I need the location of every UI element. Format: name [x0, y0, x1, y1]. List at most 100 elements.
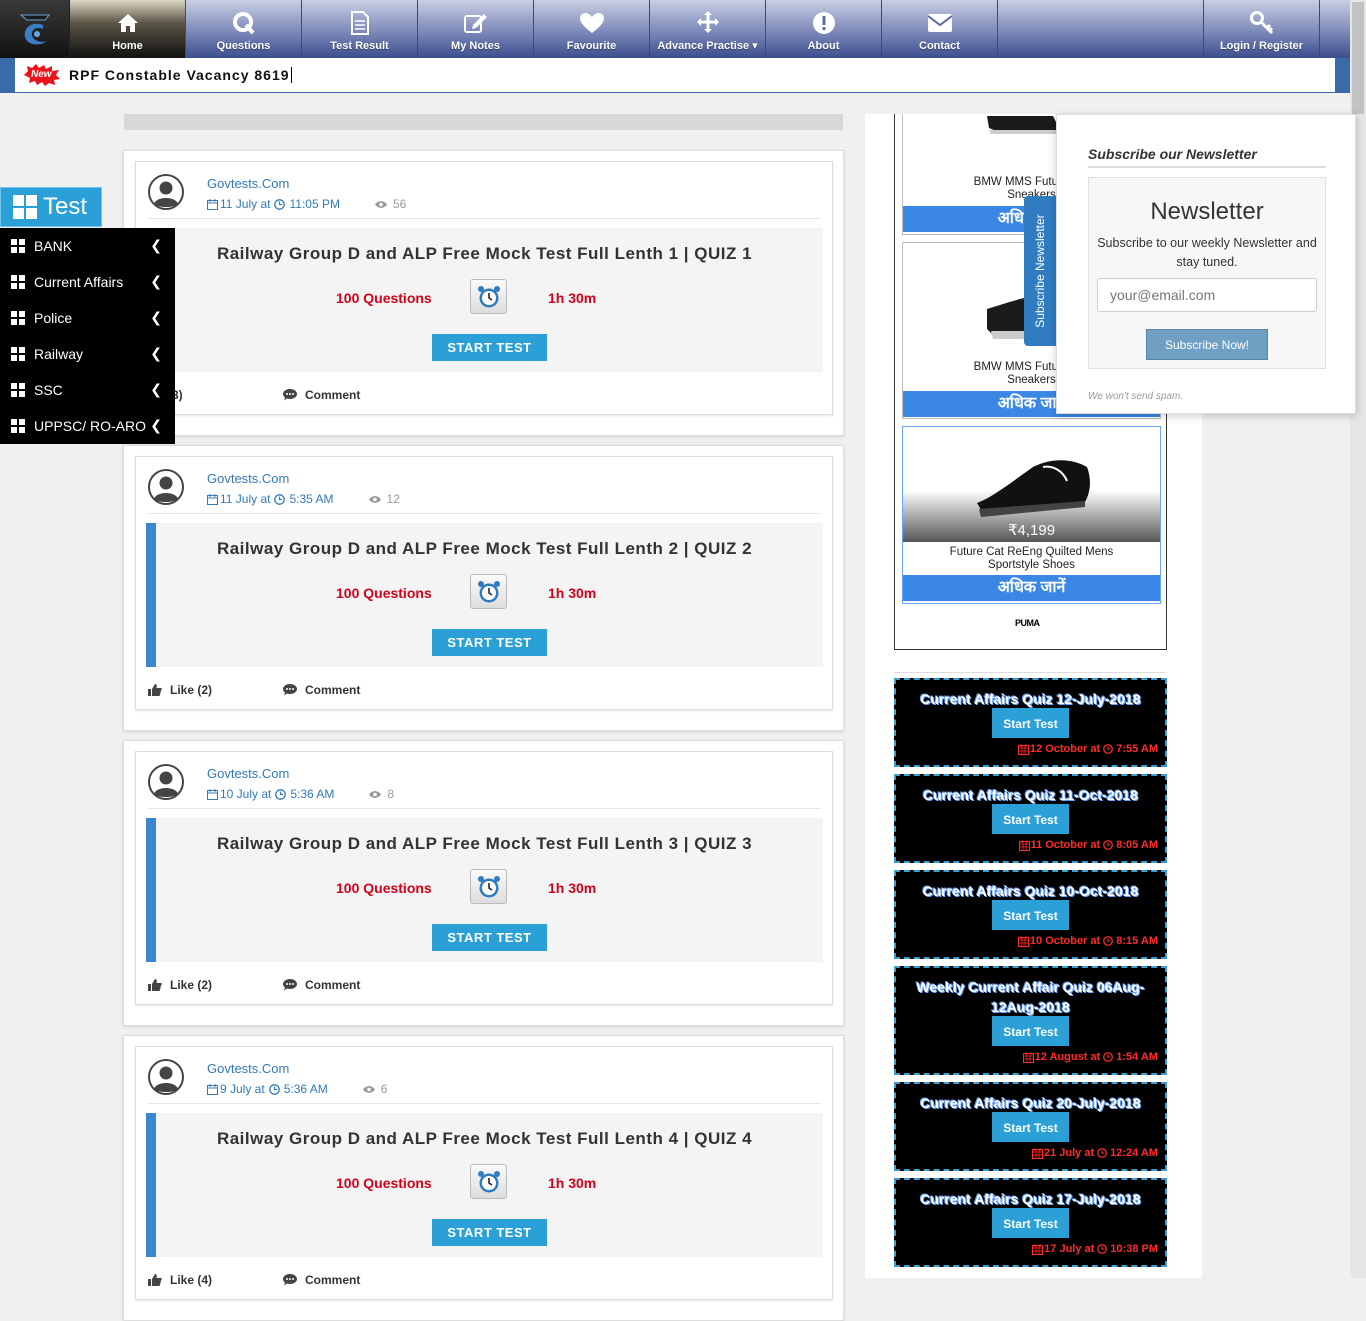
post-actions: Like (2) Comment [148, 978, 360, 992]
subscribe-newsletter-tab[interactable]: Subscribe Newsletter [1024, 196, 1056, 346]
home-icon [117, 14, 138, 32]
comment-label: Comment [305, 1273, 361, 1287]
grid-icon [11, 347, 34, 361]
side-quiz-start-button[interactable]: Start Test [992, 708, 1069, 738]
quiz-title[interactable]: Railway Group D and ALP Free Mock Test F… [146, 834, 823, 854]
avatar[interactable] [148, 469, 184, 505]
q-icon [232, 12, 255, 35]
nav-favourite[interactable]: Favourite [534, 0, 650, 58]
side-quiz-title[interactable]: Current Affairs Quiz 10-Oct-2018 [896, 881, 1165, 901]
nav-contact[interactable]: Contact [882, 0, 998, 58]
side-quiz-date-text: 11 October at [1030, 839, 1101, 851]
nav-my-notes[interactable]: My Notes [418, 0, 534, 58]
ticker-text[interactable]: RPF Constable Vacancy 8619 [69, 67, 292, 83]
comment-button[interactable]: Comment [283, 388, 360, 402]
post-author[interactable]: Govtests.Com [207, 1061, 289, 1076]
nav-label: Test Result [330, 40, 389, 52]
calendar-icon [1017, 935, 1030, 947]
site-logo[interactable] [0, 0, 70, 58]
chevron-left-icon: ❮ [150, 381, 162, 397]
clock-icon [271, 788, 290, 800]
like-button[interactable]: Like (4) [148, 1273, 283, 1287]
post: Govtests.Com 11 July at 5:35 AM 12 Railw… [135, 456, 833, 710]
nav-advance-practise[interactable]: Advance Practise ▾ [650, 0, 766, 58]
post-meta: 11 July at 11:05 PM 56 [207, 197, 406, 211]
category-item[interactable]: Current Affairs ❮ [0, 264, 175, 300]
start-test-button[interactable]: START TEST [432, 629, 547, 656]
nav-questions[interactable]: Questions [186, 0, 302, 58]
product-more-button[interactable]: अधिक जानें [903, 575, 1160, 601]
side-quiz-title[interactable]: Current Affairs Quiz 20-July-2018 [896, 1093, 1165, 1113]
divider [894, 672, 1167, 673]
comment-button[interactable]: Comment [283, 978, 360, 992]
post-author[interactable]: Govtests.Com [207, 176, 289, 191]
side-quiz-date: 12 August at 1:54 AM [1022, 1051, 1158, 1063]
side-quiz-start-button[interactable]: Start Test [992, 1112, 1069, 1142]
comment-button[interactable]: Comment [283, 683, 360, 697]
side-quiz-start-button[interactable]: Start Test [992, 1208, 1069, 1238]
post-author[interactable]: Govtests.Com [207, 766, 289, 781]
nav-test-result[interactable]: Test Result [302, 0, 418, 58]
nav-about[interactable]: About [766, 0, 882, 58]
nav-home[interactable]: Home [70, 0, 186, 58]
quiz-title[interactable]: Railway Group D and ALP Free Mock Test F… [146, 539, 823, 559]
test-menu-button[interactable]: Test [0, 187, 102, 227]
product-card[interactable]: ₹4,199 Future Cat ReEng Quilted Mens Spo… [902, 426, 1161, 604]
comment-label: Comment [305, 978, 361, 992]
side-quiz-title[interactable]: Current Affairs Quiz 12-July-2018 [896, 689, 1165, 709]
side-quiz-start-button[interactable]: Start Test [992, 900, 1069, 930]
post-card: Govtests.Com 11 July at 5:35 AM 12 Railw… [123, 445, 844, 731]
caret-down-icon: ▾ [752, 40, 758, 52]
side-quiz-start-button[interactable]: Start Test [992, 804, 1069, 834]
eye-icon [368, 790, 387, 799]
question-count: 100 Questions [336, 1175, 432, 1191]
quiz-duration: 1h 30m [548, 1175, 597, 1191]
comment-button[interactable]: Comment [283, 1273, 360, 1287]
clock-icon [1100, 840, 1116, 850]
newsletter-email-input[interactable] [1097, 278, 1317, 312]
scrollbar-thumb[interactable] [1352, 2, 1364, 114]
post-date: 11 July at [220, 197, 271, 211]
quiz-title[interactable]: Railway Group D and ALP Free Mock Test F… [146, 1129, 823, 1149]
brand-logo: PUMA [1015, 618, 1040, 628]
like-button[interactable]: Like (2) [148, 978, 283, 992]
quiz-duration: 1h 30m [548, 880, 597, 896]
post-actions: Like (4) Comment [148, 1273, 360, 1287]
side-quiz-title[interactable]: Current Affairs Quiz 11-Oct-2018 [896, 785, 1165, 805]
like-button[interactable]: Like (2) [148, 683, 283, 697]
side-quiz-title[interactable]: Current Affairs Quiz 17-July-2018 [896, 1189, 1165, 1209]
start-test-button[interactable]: START TEST [432, 924, 547, 951]
post-meta: 10 July at 5:36 AM 8 [207, 787, 394, 801]
side-quiz-date-text: 21 July at [1043, 1147, 1095, 1159]
quiz-box: Railway Group D and ALP Free Mock Test F… [146, 818, 823, 962]
start-test-button[interactable]: START TEST [432, 1219, 547, 1246]
post-time: 5:36 AM [290, 787, 335, 801]
category-item[interactable]: UPPSC/ RO-ARO ❮ [0, 408, 175, 444]
clock-icon [1100, 744, 1116, 754]
post-author[interactable]: Govtests.Com [207, 471, 289, 486]
nav-login-register[interactable]: Login / Register [1204, 0, 1320, 58]
category-item[interactable]: Police ❮ [0, 300, 175, 336]
avatar[interactable] [148, 764, 184, 800]
side-quiz-start-button[interactable]: Start Test [992, 1016, 1069, 1046]
category-item[interactable]: Railway ❮ [0, 336, 175, 372]
comment-label: Comment [305, 683, 361, 697]
nav-label: About [807, 40, 840, 52]
quiz-title[interactable]: Railway Group D and ALP Free Mock Test F… [146, 244, 823, 264]
calendar-icon [207, 788, 220, 800]
subscribe-tab-label: Subscribe Newsletter [1033, 214, 1047, 328]
start-test-button[interactable]: START TEST [432, 334, 547, 361]
quiz-duration: 1h 30m [548, 585, 597, 601]
side-quiz-title[interactable]: Weekly Current Affair Quiz 06Aug-12Aug-2… [896, 977, 1165, 1017]
avatar[interactable] [148, 174, 184, 210]
chevron-left-icon: ❮ [150, 237, 162, 253]
news-ticker[interactable]: New RPF Constable Vacancy 8619 [14, 58, 1336, 93]
subscribe-now-button[interactable]: Subscribe Now! [1146, 329, 1268, 360]
avatar[interactable] [148, 1059, 184, 1095]
calendar-icon [207, 1083, 220, 1095]
post-views: 6 [362, 1082, 387, 1096]
category-item[interactable]: BANK ❮ [0, 228, 175, 264]
nav-label: Login / Register [1219, 40, 1304, 52]
side-quiz-time: 10:38 PM [1110, 1243, 1158, 1255]
category-item[interactable]: SSC ❮ [0, 372, 175, 408]
